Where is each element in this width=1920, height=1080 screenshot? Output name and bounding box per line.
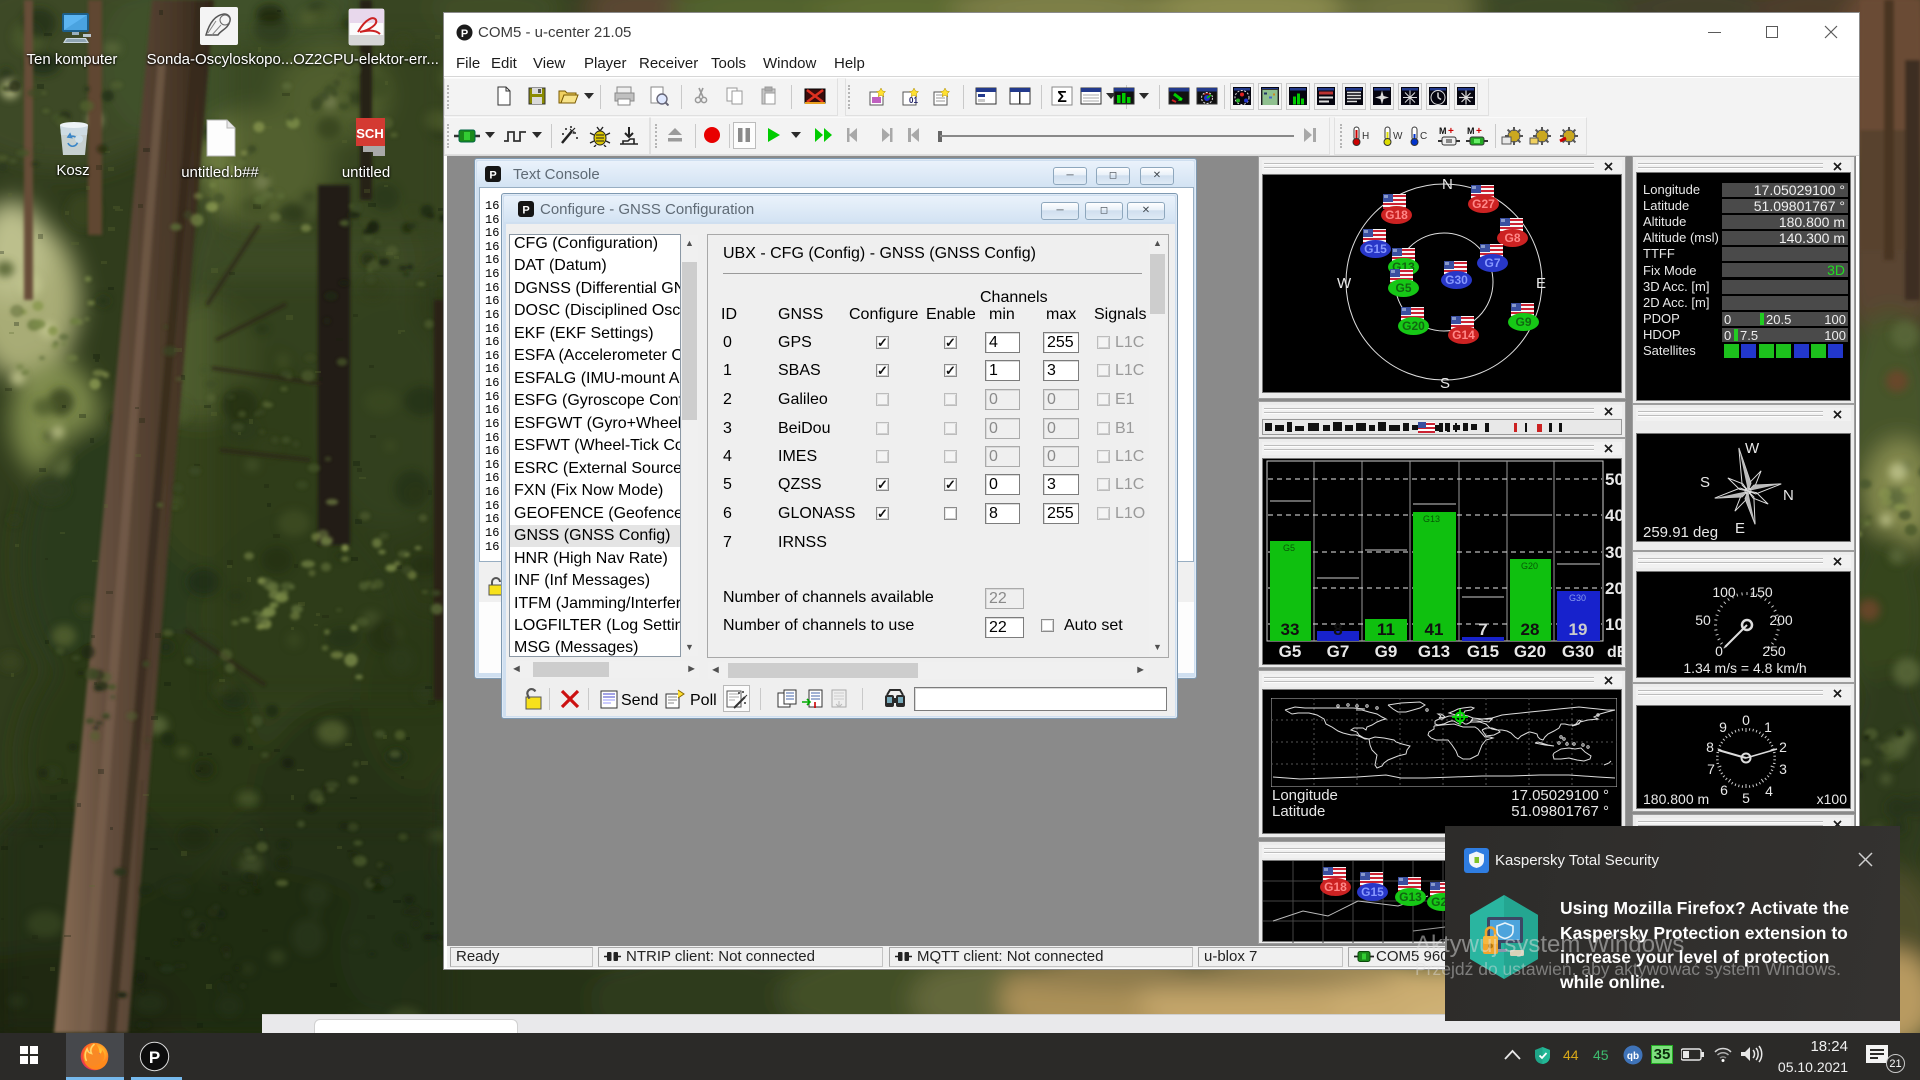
svg-text:180.800 m: 180.800 m: [1643, 791, 1709, 807]
svg-text:4: 4: [1765, 783, 1773, 799]
svg-text:1: 1: [1764, 719, 1772, 735]
svg-text:G13: G13: [1423, 514, 1440, 524]
svg-text:200: 200: [1769, 612, 1793, 628]
svg-text:H: H: [1362, 131, 1369, 142]
svg-text:G20: G20: [1521, 561, 1538, 571]
svg-text:19: 19: [1569, 620, 1588, 639]
svg-text:G5: G5: [1279, 642, 1302, 661]
svg-text:C: C: [1420, 131, 1427, 142]
svg-text:250: 250: [1762, 643, 1786, 659]
svg-text:28: 28: [1521, 620, 1540, 639]
svg-text:P: P: [489, 170, 496, 182]
svg-text:W: W: [1745, 440, 1760, 457]
svg-text:P: P: [149, 1048, 160, 1067]
svg-text:0: 0: [1715, 643, 1723, 659]
svg-text:8: 8: [1706, 739, 1714, 755]
svg-text:50: 50: [1605, 470, 1623, 489]
svg-text:S: S: [1700, 474, 1710, 491]
svg-text:9: 9: [1719, 719, 1727, 735]
svg-text:11: 11: [1377, 620, 1395, 639]
svg-text:0: 0: [1742, 712, 1750, 728]
svg-text:G9: G9: [1375, 642, 1398, 661]
svg-text:G7: G7: [1327, 642, 1350, 661]
svg-text:+: +: [1448, 126, 1454, 137]
svg-text:100: 100: [1712, 584, 1736, 600]
svg-text:30: 30: [1605, 543, 1623, 562]
svg-text:x100: x100: [1817, 791, 1848, 807]
svg-text:Σ: Σ: [1057, 89, 1067, 106]
svg-text:P: P: [461, 28, 468, 40]
svg-text:5: 5: [1742, 790, 1750, 806]
svg-text:20: 20: [1605, 579, 1623, 598]
svg-text:3: 3: [1779, 761, 1787, 777]
svg-text:33: 33: [1281, 620, 1300, 639]
svg-text:M: M: [1467, 126, 1475, 136]
svg-text:G30: G30: [1562, 642, 1594, 661]
svg-text:W: W: [1337, 275, 1352, 292]
svg-text:G5: G5: [1283, 543, 1295, 553]
svg-text:7: 7: [1478, 620, 1487, 639]
svg-text:6: 6: [1720, 782, 1728, 798]
svg-text:7: 7: [1707, 761, 1715, 777]
svg-text:150: 150: [1749, 584, 1773, 600]
svg-text:40: 40: [1605, 506, 1623, 525]
svg-text:10: 10: [1605, 615, 1623, 634]
svg-text:41: 41: [1425, 620, 1444, 639]
svg-text:N: N: [1442, 176, 1453, 193]
svg-text:dB: dB: [1607, 644, 1623, 661]
svg-text:G15: G15: [1467, 642, 1499, 661]
svg-text:50: 50: [1695, 612, 1711, 628]
svg-text:G20: G20: [1514, 642, 1546, 661]
svg-text:2: 2: [1779, 739, 1787, 755]
svg-text:N: N: [1783, 487, 1794, 504]
svg-text:M: M: [1439, 126, 1447, 136]
svg-text:E: E: [1735, 520, 1745, 537]
svg-text:+: +: [1476, 126, 1482, 137]
svg-text:G30: G30: [1569, 593, 1586, 603]
svg-text:01: 01: [909, 96, 918, 105]
svg-text:SCH: SCH: [356, 126, 383, 141]
svg-text:W: W: [1393, 131, 1403, 142]
svg-text:G13: G13: [1418, 642, 1450, 661]
svg-text:8: 8: [1333, 620, 1342, 639]
svg-text:S: S: [1440, 375, 1450, 392]
svg-text:1.34 m/s = 4.8 km/h: 1.34 m/s = 4.8 km/h: [1683, 660, 1806, 676]
svg-text:E: E: [1536, 275, 1546, 292]
svg-text:259.91 deg: 259.91 deg: [1643, 524, 1718, 541]
svg-text:qb: qb: [1627, 1051, 1639, 1062]
